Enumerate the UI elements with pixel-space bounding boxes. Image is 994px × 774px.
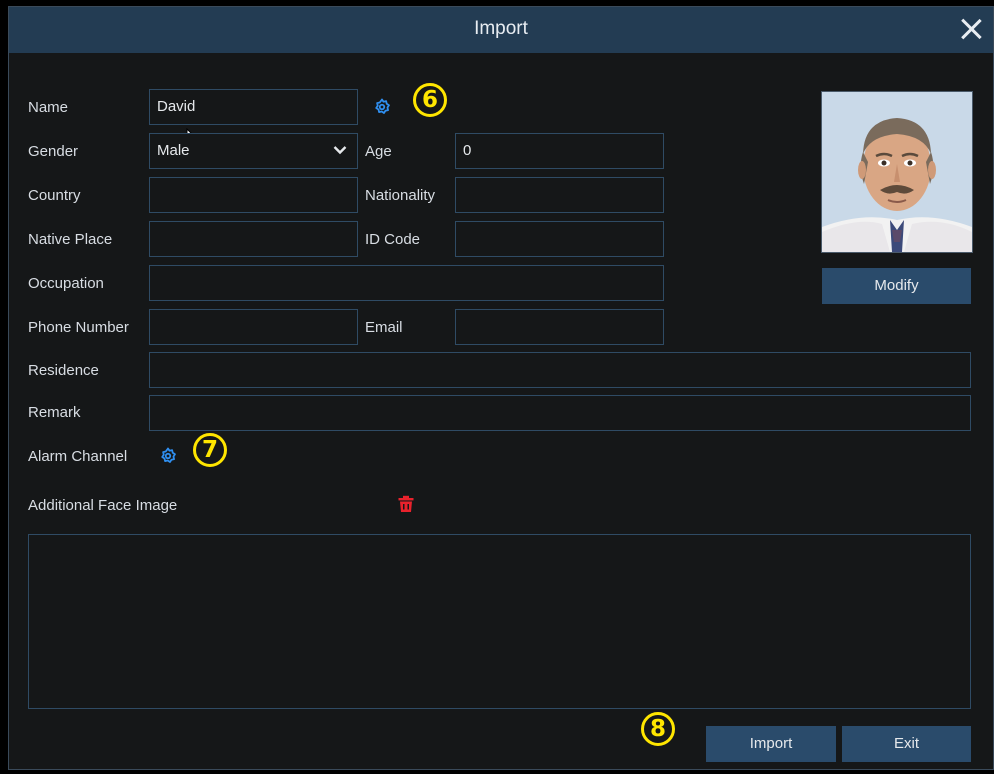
additional-face-image-area[interactable]	[28, 534, 971, 709]
callout-6: 6	[413, 83, 447, 117]
exit-button[interactable]: Exit	[842, 726, 971, 762]
gender-select[interactable]: Male	[149, 133, 358, 169]
id-code-input[interactable]	[455, 221, 664, 257]
name-label: Name	[28, 99, 69, 116]
dialog-title: Import	[474, 18, 528, 39]
residence-label: Residence	[28, 362, 99, 379]
phone-label: Phone Number	[28, 319, 129, 336]
phone-input[interactable]	[149, 309, 358, 345]
email-label: Email	[365, 319, 403, 336]
country-label: Country	[28, 187, 81, 204]
import-button[interactable]: Import	[706, 726, 836, 762]
gear-icon[interactable]	[373, 98, 391, 116]
native-place-input[interactable]	[149, 221, 358, 257]
age-label: Age	[365, 143, 392, 160]
remark-label: Remark	[28, 404, 81, 421]
id-code-label: ID Code	[365, 231, 421, 248]
additional-face-label: Additional Face Image	[28, 497, 178, 514]
face-photo	[821, 91, 973, 253]
nationality-input[interactable]	[455, 177, 664, 213]
occupation-input[interactable]	[149, 265, 664, 301]
occupation-label: Occupation	[28, 275, 104, 292]
nationality-label: Nationality	[365, 187, 436, 204]
gear-icon[interactable]	[159, 447, 177, 465]
modify-button[interactable]: Modify	[822, 268, 971, 304]
email-input[interactable]	[455, 309, 664, 345]
name-input[interactable]: David	[149, 89, 358, 125]
callout-7: 7	[193, 433, 227, 467]
trash-icon[interactable]	[398, 495, 414, 513]
alarm-channel-label: Alarm Channel	[28, 448, 128, 465]
country-input[interactable]	[149, 177, 358, 213]
gender-value: Male	[157, 142, 190, 159]
import-dialog: Import Name David 6 Gender Male Age 0 Co…	[8, 6, 994, 770]
title-bar: Import	[9, 7, 993, 53]
callout-8: 8	[641, 712, 675, 746]
chevron-down-icon	[333, 146, 347, 155]
face-photo-image	[822, 92, 972, 252]
close-icon[interactable]	[957, 15, 985, 43]
residence-input[interactable]	[149, 352, 971, 388]
gender-label: Gender	[28, 143, 79, 160]
remark-input[interactable]	[149, 395, 971, 431]
native-place-label: Native Place	[28, 231, 113, 248]
age-input[interactable]: 0	[455, 133, 664, 169]
